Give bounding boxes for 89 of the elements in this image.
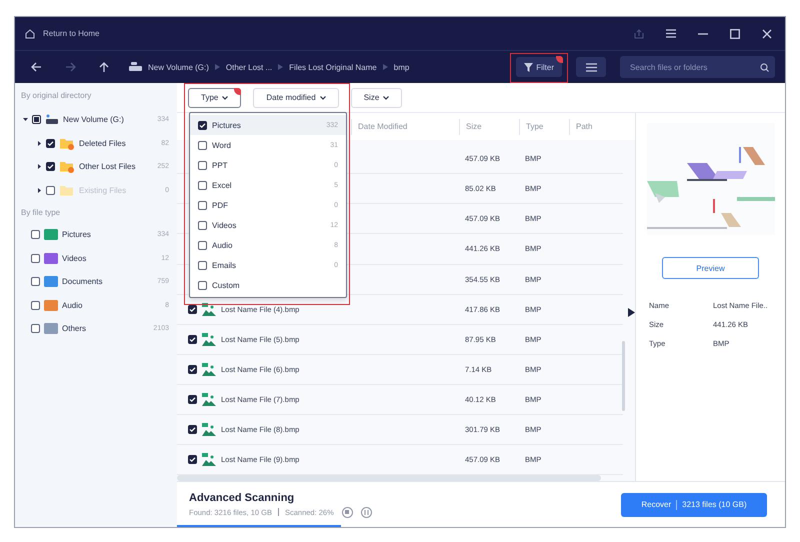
home-icon[interactable] [25,28,35,38]
caret-icon [23,117,28,122]
breadcrumb-item[interactable]: Other Lost ... [226,62,272,72]
folder-icon [59,160,75,174]
menu-item-label: Excel [212,180,233,190]
tree-checkbox[interactable] [32,115,41,124]
scan-title: Advanced Scanning [189,492,296,504]
list-view-button[interactable] [576,57,606,77]
caret-icon [37,188,42,193]
breadcrumb-item[interactable]: New Volume (G:) [148,62,209,72]
image-file-icon [202,453,216,466]
drive-icon [129,62,142,72]
search-icon[interactable] [760,62,769,72]
menu-item-label: Audio [212,240,234,250]
funnel-icon [524,62,534,72]
pause-icon [364,510,369,514]
chevron-down-icon [222,96,228,100]
chevron-down-icon [320,96,326,100]
menu-checkbox[interactable] [198,260,207,270]
expand-arrow-icon[interactable] [628,308,635,317]
menu-item-label: Word [212,140,232,150]
tree-checkbox[interactable] [46,138,55,148]
section-heading: By file type [21,208,62,217]
tree-checkbox[interactable] [46,162,55,172]
type-checkbox[interactable] [31,277,40,286]
tree-item-label[interactable]: New Volume (G:) [63,115,154,124]
image-file-icon [202,423,216,436]
recover-button[interactable]: Recover 3213 files (10 GB) [621,492,767,516]
section-heading: By original directory [21,91,92,100]
menu-item-label: Videos [212,220,238,230]
menu-item-label: PPT [212,160,229,170]
row-checkbox[interactable] [188,394,197,404]
menu-checkbox[interactable] [198,200,207,210]
image-file-icon [202,332,216,346]
tree-item-label[interactable]: Deleted Files [79,138,158,148]
menu-item-label: Emails [212,260,238,270]
menu-checkbox[interactable] [198,140,207,150]
menu-item-label: Custom [212,280,241,290]
menu-checkbox[interactable] [198,120,207,130]
separator-icon [278,64,284,70]
menu-checkbox[interactable] [198,240,207,250]
menu-checkbox[interactable] [198,180,207,190]
highlight-frame [510,53,568,83]
row-checkbox[interactable] [188,364,197,374]
menu-icon [586,62,596,72]
menu-checkbox[interactable] [198,220,207,230]
image-file-icon [202,302,216,316]
type-checkbox[interactable] [31,300,40,310]
menu-item[interactable]: Custom [190,275,346,295]
type-checkbox[interactable] [31,230,40,240]
menu-checkbox[interactable] [198,160,207,170]
stop-button[interactable] [342,506,353,518]
type-checkbox[interactable] [31,254,40,263]
row-checkbox[interactable] [188,455,197,464]
drive-icon [45,114,59,126]
pause-button[interactable] [360,506,372,518]
file-type-label[interactable]: Others [62,324,150,334]
breadcrumb-item[interactable]: bmp [394,62,410,72]
filter-button[interactable]: Filter [516,57,562,77]
image-file-icon [202,392,216,406]
breadcrumb-item[interactable]: Files Lost Original Name [289,62,377,72]
search-input[interactable]: Search files or folders [628,62,760,72]
preview-button[interactable]: Preview [662,257,759,279]
filter-dropdown[interactable]: Date modified [253,88,339,108]
image-file-icon [202,362,216,376]
search-field[interactable]: Search files or folders [620,56,775,78]
caret-icon [37,164,42,170]
folder-icon [59,136,75,150]
file-type-label[interactable]: Pictures [62,230,154,240]
tree-item-label[interactable]: Other Lost Files [79,162,154,172]
caret-icon [37,140,42,146]
file-type-label[interactable]: Audio [62,300,162,310]
scrollbar[interactable] [177,475,601,481]
row-checkbox[interactable] [188,334,197,344]
type-checkbox[interactable] [31,324,40,334]
file-type-label[interactable]: Documents [62,277,154,286]
chevron-down-icon [383,96,390,100]
filter-dropdown[interactable]: Size [350,88,402,108]
separator-icon [214,64,220,70]
menu-item-label: Pictures [212,120,242,130]
return-home-link[interactable]: Return to Home [43,29,100,38]
file-type-label[interactable]: Videos [62,254,158,263]
menu-item-label: PDF [212,200,229,210]
scrollbar[interactable] [622,341,625,411]
row-checkbox[interactable] [188,425,197,434]
separator-icon [382,64,388,70]
menu-checkbox[interactable] [198,280,207,290]
filter-dropdown[interactable]: Type [188,88,242,108]
folder-icon [59,184,75,197]
